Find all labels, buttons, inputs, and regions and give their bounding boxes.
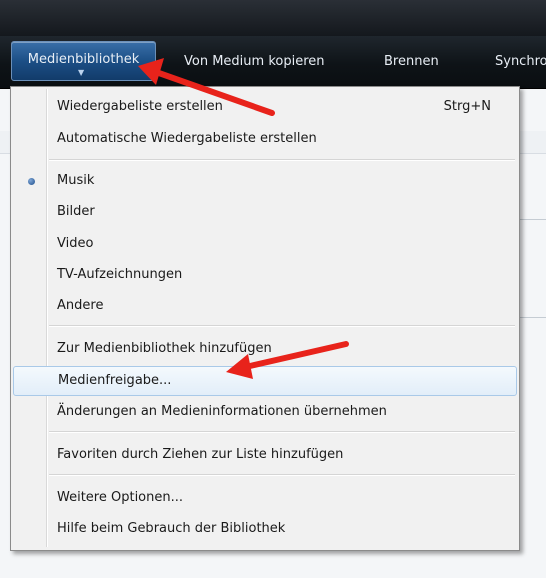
annotation-arrow-to-tab xyxy=(138,58,275,116)
annotation-arrow-to-medienfreigabe xyxy=(226,341,349,379)
annotation-arrows xyxy=(138,58,349,379)
